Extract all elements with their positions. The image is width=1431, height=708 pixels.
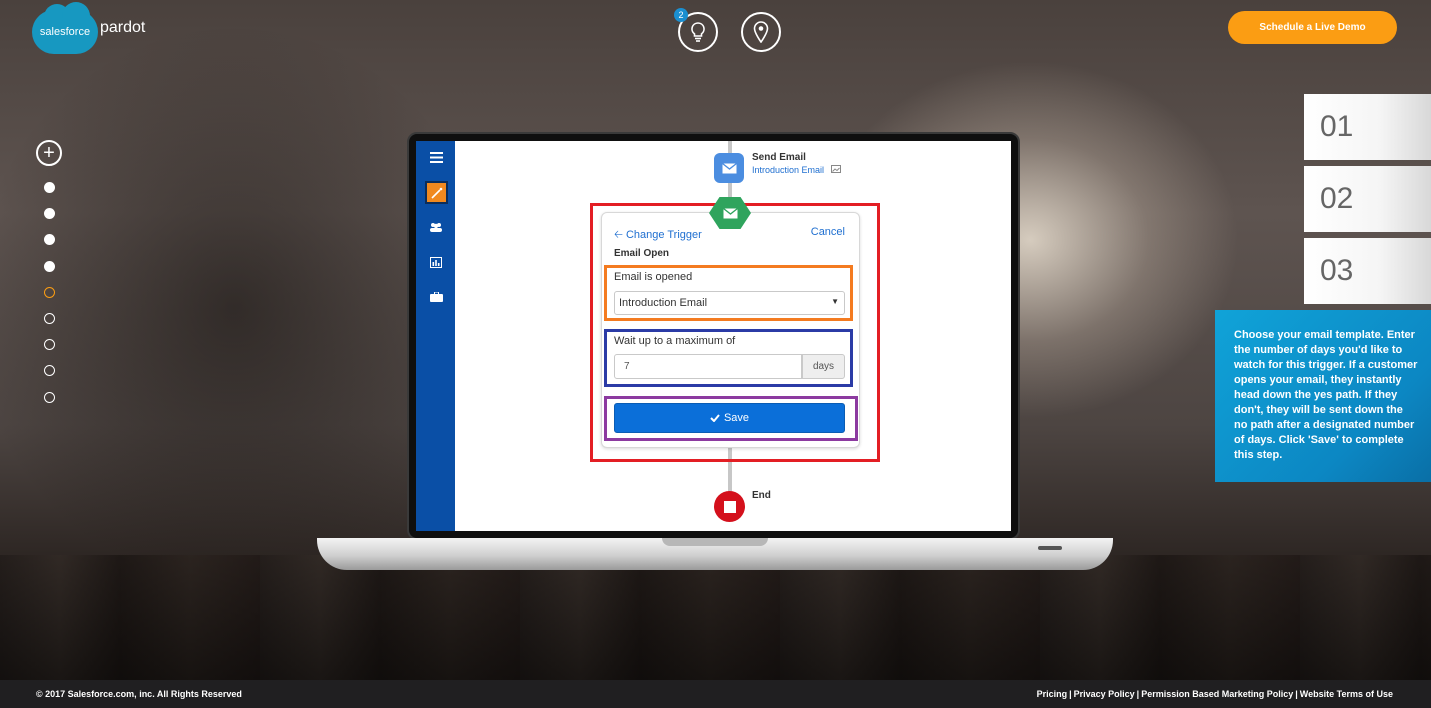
footer-links: Pricing | Privacy Policy | Permission Ba… (1037, 689, 1393, 699)
step-dot[interactable] (44, 392, 55, 403)
step-dot[interactable] (44, 365, 55, 376)
footer: © 2017 Salesforce.com, inc. All Rights R… (0, 680, 1431, 708)
footer-separator: | (1136, 689, 1140, 699)
send-email-title: Send Email (752, 152, 806, 163)
step-instructions: Choose your email template. Enter the nu… (1215, 310, 1431, 482)
floor-shade (0, 555, 1431, 680)
app-sidebar (416, 141, 455, 531)
menu-icon[interactable] (426, 147, 446, 167)
send-email-node[interactable] (714, 153, 744, 183)
envelope-icon (721, 162, 737, 173)
footer-link-pricing[interactable]: Pricing (1037, 689, 1068, 699)
tips-badge: 2 (674, 8, 688, 22)
stop-icon (723, 500, 736, 513)
step-dot[interactable] (44, 313, 55, 324)
lightbulb-glyph (691, 22, 705, 42)
laptop-indicator (1038, 546, 1062, 550)
footer-separator: | (1069, 689, 1072, 699)
end-label: End (752, 490, 771, 501)
footer-link-permission-marketing[interactable]: Permission Based Marketing Policy (1141, 689, 1293, 699)
footer-link-privacy[interactable]: Privacy Policy (1074, 689, 1135, 699)
step-dot[interactable] (44, 182, 55, 193)
map-pin-icon[interactable] (741, 12, 781, 52)
report-icon[interactable] (426, 252, 446, 272)
step-dot[interactable] (44, 234, 55, 245)
laptop-notch (662, 538, 768, 546)
lightbulb-icon[interactable]: 2 (674, 8, 718, 52)
copyright: © 2017 Salesforce.com, inc. All Rights R… (36, 689, 242, 699)
plus-circle-icon[interactable]: + (36, 140, 62, 166)
flow-connector (728, 183, 732, 199)
step-dot[interactable] (44, 208, 55, 219)
image-icon (830, 165, 841, 173)
highlight-save-button (604, 396, 858, 441)
highlight-email-select (604, 265, 853, 321)
map-pin-glyph (753, 21, 769, 43)
footer-separator: | (1295, 689, 1298, 699)
salesforce-cloud-logo: salesforce (32, 2, 98, 54)
app-screen: Send Email Introduction Email 🡠 Change T… (416, 141, 1011, 531)
schedule-demo-button[interactable]: Schedule a Live Demo (1228, 11, 1397, 44)
wand-icon[interactable] (425, 181, 448, 204)
step-dot[interactable] (44, 287, 55, 298)
step-tab-03[interactable]: 03 (1304, 238, 1431, 304)
end-node[interactable] (714, 491, 745, 522)
users-icon[interactable] (426, 217, 446, 237)
briefcase-icon[interactable] (426, 287, 446, 307)
step-dot[interactable] (44, 339, 55, 350)
pardot-logo[interactable]: salesforce pardot (32, 2, 146, 54)
highlight-wait-days (604, 329, 853, 387)
step-tab-02[interactable]: 02 (1304, 166, 1431, 232)
send-email-link[interactable]: Introduction Email (752, 165, 841, 175)
step-tab-01[interactable]: 01 (1304, 94, 1431, 160)
envelope-icon (722, 207, 738, 218)
footer-link-terms[interactable]: Website Terms of Use (1300, 689, 1393, 699)
logo-text: pardot (100, 19, 146, 36)
step-dot[interactable] (44, 261, 55, 272)
